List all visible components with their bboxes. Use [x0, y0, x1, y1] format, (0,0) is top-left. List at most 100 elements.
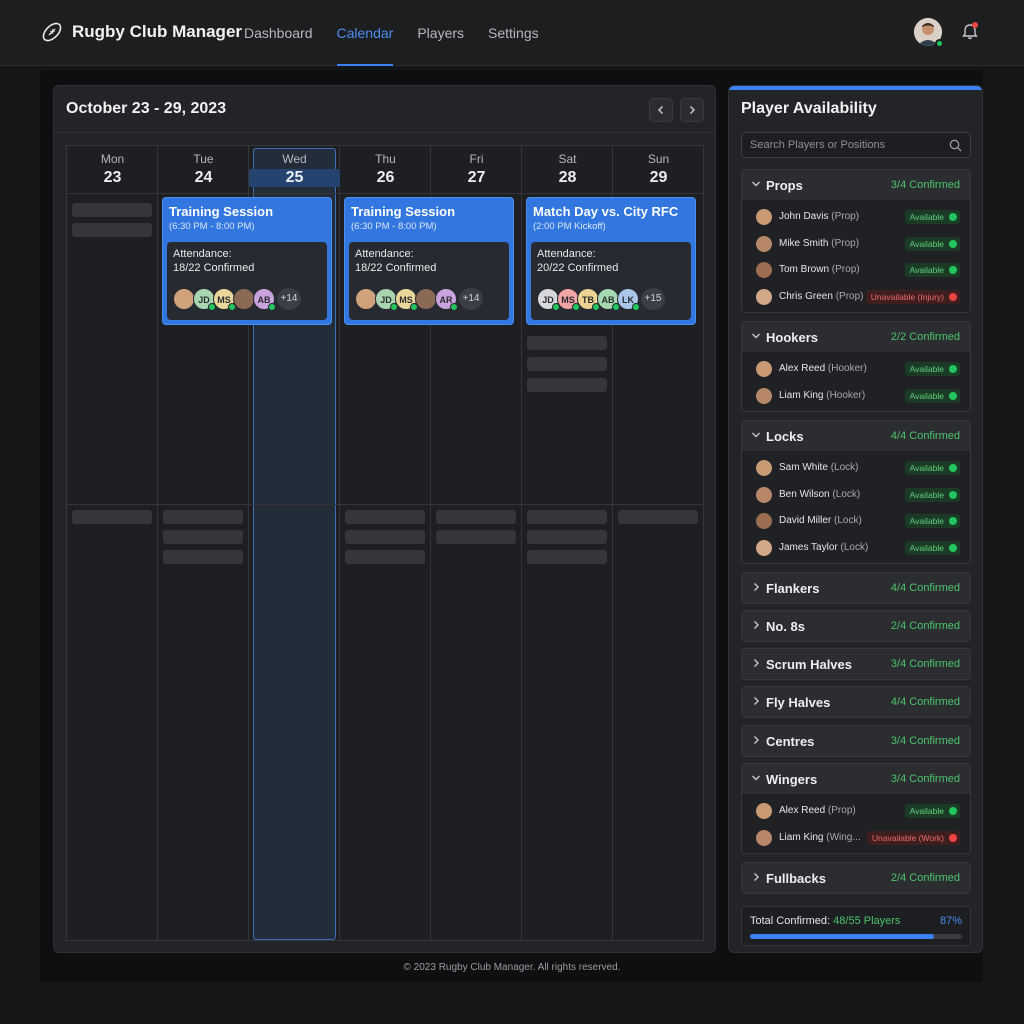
group-count: 2/4 Confirmed — [890, 620, 960, 632]
status-badge: Available — [904, 236, 960, 251]
group-header[interactable]: Centres 3/4 Confirmed — [742, 726, 970, 756]
player-row[interactable]: Ben Wilson (Lock) Available — [742, 481, 970, 508]
attendee-avatars[interactable]: JD MS TB AB LK +15 — [537, 288, 665, 312]
player-row[interactable]: John Davis (Prop) Available — [742, 203, 970, 230]
more-attendees[interactable]: +14 — [277, 288, 301, 310]
player-name-text: John Davis — [779, 211, 829, 222]
player-avatar — [756, 513, 772, 529]
player-name: Alex Reed (Hooker) — [779, 363, 867, 374]
player-avatar — [756, 209, 772, 225]
attendance-box: Attendance: 18/22 Confirmed JD MS AR +14 — [349, 242, 509, 320]
player-name-text: James Taylor — [779, 541, 838, 553]
check-icon — [632, 303, 640, 311]
player-name-text: Alex Reed — [779, 805, 826, 816]
group-header[interactable]: Props 3/4 Confirmed — [742, 170, 970, 200]
chevron-right-icon — [754, 736, 759, 744]
player-name-text: Liam King — [779, 831, 824, 843]
group-hookers: Hookers 2/2 Confirmed Alex Reed (Hooker) Av… — [741, 321, 971, 412]
status-badge: Available — [904, 461, 960, 475]
attendee-avatars[interactable]: JD MS AB +14 — [173, 288, 301, 312]
status-text: Available — [909, 516, 944, 526]
total-percent: 87% — [939, 915, 962, 927]
day-header[interactable]: Sat 28 — [522, 146, 613, 194]
player-row[interactable]: Alex Reed (Prop) Available — [742, 797, 970, 824]
day-header[interactable]: Thu 26 — [340, 146, 431, 194]
event-training-thu[interactable]: Training Session (6:30 PM - 8:00 PM) Att… — [344, 197, 514, 325]
next-week-button[interactable] — [680, 98, 704, 122]
event-time: (6:30 PM - 8:00 PM) — [169, 221, 255, 232]
player-row[interactable]: David Miller (Lock) Available — [742, 507, 970, 534]
event-placeholder — [72, 510, 152, 524]
player-position: (Prop) — [835, 290, 864, 302]
player-name-text: Ben Wilson — [779, 488, 830, 500]
nav-dashboard[interactable]: Dashboard — [244, 0, 313, 66]
player-list: Alex Reed (Hooker) Available Liam King (Ho… — [742, 352, 970, 411]
status-badge: Available — [904, 210, 960, 224]
event-match-sat[interactable]: Match Day vs. City RFC (2:00 PM Kickoff)… — [526, 197, 696, 325]
total-label: Total Confirmed: 48/55 Players — [750, 915, 900, 927]
group-header[interactable]: Flankers 4/4 Confirmed — [742, 573, 970, 603]
group-name: Scrum Halves — [766, 657, 852, 672]
player-row[interactable]: Sam White (Lock) Available — [742, 454, 970, 481]
event-title: Match Day vs. City RFC — [533, 204, 679, 219]
nav-calendar[interactable]: Calendar — [336, 0, 393, 66]
status-badge: Available — [904, 362, 960, 376]
avatar — [415, 288, 437, 310]
player-row[interactable]: Mike Smith (Prop) Available — [742, 230, 970, 257]
group-header[interactable]: Scrum Halves 3/4 Confirmed — [742, 649, 970, 679]
event-placeholder — [436, 510, 516, 524]
check-icon — [949, 365, 957, 373]
check-icon — [949, 464, 957, 472]
player-row[interactable]: Liam King (Wing... Unavailable (Work) — [742, 824, 970, 851]
group-header[interactable]: Wingers 3/4 Confirmed — [742, 764, 970, 794]
more-attendees[interactable]: +14 — [459, 288, 483, 310]
search-input[interactable] — [750, 137, 940, 153]
player-list: Alex Reed (Prop) Available Liam King (Wing… — [742, 794, 970, 853]
prev-week-button[interactable] — [649, 98, 673, 122]
chevron-right-icon — [754, 697, 759, 705]
nav-settings[interactable]: Settings — [488, 0, 539, 66]
player-avatar — [756, 460, 772, 476]
attendance-box: Attendance: 20/22 Confirmed JD MS TB AB … — [531, 242, 691, 320]
player-row[interactable]: Chris Green (Prop) Unavailable (Injury) — [742, 283, 970, 310]
day-header[interactable]: Wed 25 — [249, 146, 340, 194]
chevron-down-icon — [752, 333, 760, 339]
chevron-right-icon — [754, 583, 759, 591]
group-count: 2/2 Confirmed — [890, 331, 960, 343]
day-number: 25 — [249, 169, 340, 187]
group-header[interactable]: Hookers 2/2 Confirmed — [742, 322, 970, 352]
nav-players[interactable]: Players — [417, 0, 464, 66]
event-placeholder — [345, 530, 425, 544]
group-header[interactable]: Locks 4/4 Confirmed — [742, 421, 970, 451]
group-header[interactable]: Fly Halves 4/4 Confirmed — [742, 687, 970, 717]
chevron-right-icon — [754, 873, 759, 881]
day-number: 29 — [649, 169, 668, 186]
attendee-avatars[interactable]: JD MS AR +14 — [355, 288, 483, 312]
player-name-text: Sam White — [779, 462, 828, 473]
divider — [54, 132, 715, 133]
player-name: Liam King (Wing... — [779, 832, 861, 843]
group-header[interactable]: Fullbacks 2/4 Confirmed — [742, 863, 970, 893]
day-header[interactable]: Mon 23 — [67, 146, 158, 194]
player-row[interactable]: Tom Brown (Prop) Available — [742, 256, 970, 283]
day-header[interactable]: Tue 24 — [158, 146, 249, 194]
event-placeholder — [345, 550, 425, 564]
player-name: John Davis (Prop) — [779, 211, 859, 222]
player-row[interactable]: Alex Reed (Hooker) Available — [742, 355, 970, 382]
search-icon[interactable] — [949, 139, 962, 152]
event-placeholder — [527, 510, 607, 524]
player-row[interactable]: James Taylor (Lock) Available — [742, 534, 970, 561]
event-placeholder — [527, 530, 607, 544]
check-icon — [949, 266, 957, 274]
check-icon — [949, 517, 957, 525]
day-column-mon[interactable]: Mon 23 — [67, 146, 158, 940]
player-row[interactable]: Liam King (Hooker) Available — [742, 382, 970, 409]
status-badge: Available — [904, 514, 960, 528]
more-attendees[interactable]: +15 — [641, 288, 665, 310]
day-header[interactable]: Fri 27 — [431, 146, 522, 194]
group-header[interactable]: No. 8s 2/4 Confirmed — [742, 611, 970, 641]
event-training-tue[interactable]: Training Session (6:30 PM - 8:00 PM) Att… — [162, 197, 332, 325]
day-header[interactable]: Sun 29 — [613, 146, 704, 194]
brand[interactable]: Rugby Club Manager — [40, 20, 242, 44]
status-text: Available — [909, 238, 944, 249]
